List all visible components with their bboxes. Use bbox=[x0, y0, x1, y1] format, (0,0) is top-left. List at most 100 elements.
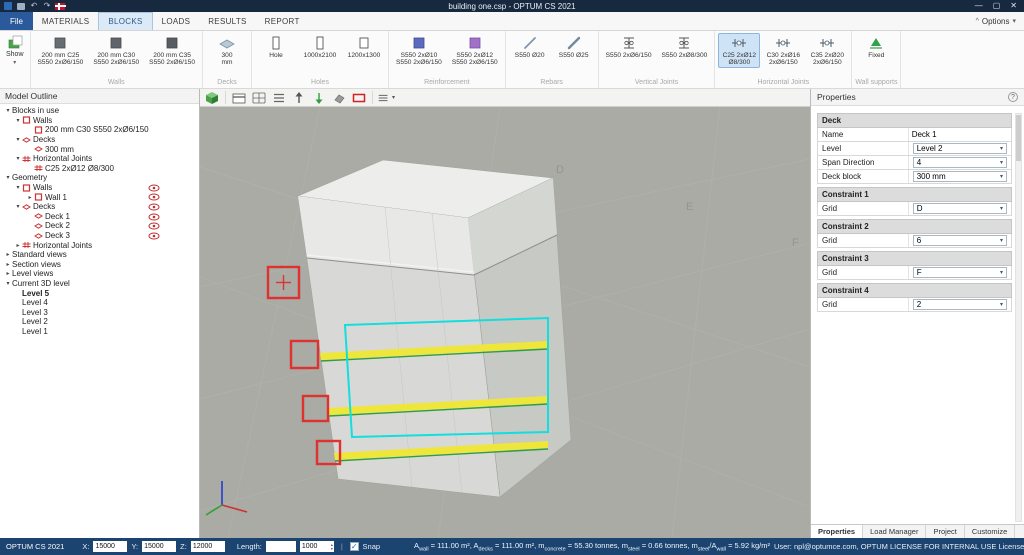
chevron-down-icon[interactable]: ▾ bbox=[14, 117, 22, 124]
chevron-right-icon[interactable]: ▸ bbox=[4, 261, 12, 268]
ribbon-item-vjoint-2x6[interactable]: S550 2xØ6/150 bbox=[602, 33, 656, 61]
span-direction-select[interactable]: 4▾ bbox=[913, 157, 1007, 168]
level-select[interactable]: Level 2▾ bbox=[913, 143, 1007, 154]
chevron-down-icon[interactable]: ▾ bbox=[14, 184, 22, 191]
save-icon[interactable] bbox=[16, 2, 26, 10]
maximize-button[interactable]: ▢ bbox=[993, 1, 1001, 11]
length-input[interactable] bbox=[266, 541, 296, 552]
scrollbar[interactable] bbox=[1015, 113, 1022, 522]
ribbon-item-rebar-o25[interactable]: S550 Ø25 bbox=[553, 33, 595, 61]
tree-item-deck-3[interactable]: Deck 3 bbox=[0, 231, 199, 241]
ribbon-item-hjoint-c30[interactable]: C30 2xØ16 2xØ6/150 bbox=[762, 33, 804, 68]
tree-item-level-3[interactable]: Level 3 bbox=[0, 307, 199, 317]
language-flag-icon[interactable] bbox=[55, 2, 65, 10]
tab-customize[interactable]: Customize bbox=[965, 525, 1015, 538]
constraint-1-grid-select[interactable]: D▾ bbox=[913, 203, 1007, 214]
tree-item-decks[interactable]: ▾Decks bbox=[0, 135, 199, 145]
ribbon-item-support-fixed[interactable]: Fixed bbox=[855, 33, 897, 61]
redo-icon[interactable]: ↷ bbox=[42, 2, 52, 10]
minimize-button[interactable]: — bbox=[975, 1, 983, 11]
3d-viewport[interactable]: ▾ D E F bbox=[200, 89, 810, 538]
tree-item-standard-views[interactable]: ▸Standard views bbox=[0, 250, 199, 260]
show-dropdown[interactable]: Show ▾ bbox=[0, 31, 31, 88]
tree-item-geometry-decks[interactable]: ▾Decks bbox=[0, 202, 199, 212]
step-input[interactable] bbox=[300, 541, 330, 552]
step-input-group[interactable]: ▴▾ bbox=[300, 541, 334, 552]
tab-load-manager[interactable]: Load Manager bbox=[863, 525, 926, 538]
chevron-right-icon[interactable]: ▸ bbox=[4, 270, 12, 277]
tree-item-level-views[interactable]: ▸Level views bbox=[0, 269, 199, 279]
chevron-right-icon[interactable]: ▸ bbox=[26, 194, 34, 201]
chevron-down-icon[interactable]: ▾ bbox=[4, 174, 12, 181]
ribbon-item-reinf-2x10[interactable]: S550 2xØ10 S550 2xØ6/150 bbox=[392, 33, 446, 68]
tree-item-level-1[interactable]: Level 1 bbox=[0, 327, 199, 337]
view-cube-icon[interactable] bbox=[203, 90, 221, 105]
ribbon-item-vjoint-2x8[interactable]: S550 2xØ8/300 bbox=[657, 33, 711, 61]
chevron-right-icon[interactable]: ▸ bbox=[14, 242, 22, 249]
y-input[interactable] bbox=[142, 541, 176, 552]
eye-icon[interactable] bbox=[148, 232, 160, 240]
tree-item-wall-block[interactable]: 200 mm C30 S550 2xØ6/150 bbox=[0, 125, 199, 135]
ribbon-item-rebar-o20[interactable]: S550 Ø20 bbox=[509, 33, 551, 61]
constraint-4-grid-select[interactable]: 2▾ bbox=[913, 299, 1007, 310]
tree-item-hjoint-block[interactable]: C25 2xØ12 Ø8/300 bbox=[0, 164, 199, 174]
ribbon-item-reinf-2x12[interactable]: S550 2xØ12 S550 2xØ6/150 bbox=[448, 33, 502, 68]
viewport-canvas[interactable]: D E F bbox=[200, 107, 810, 538]
eye-icon[interactable] bbox=[148, 213, 160, 221]
tree-item-level-5[interactable]: Level 5 bbox=[0, 288, 199, 298]
plan-view-icon[interactable] bbox=[230, 90, 248, 105]
eye-icon[interactable] bbox=[148, 203, 160, 211]
eraser-icon[interactable] bbox=[330, 90, 348, 105]
spinner-arrows-icon[interactable]: ▴▾ bbox=[330, 543, 334, 551]
tree-item-walls[interactable]: ▾Walls bbox=[0, 116, 199, 126]
ribbon-item-hole-1200x1300[interactable]: 1200x1300 bbox=[343, 33, 385, 61]
tab-report[interactable]: REPORT bbox=[256, 12, 309, 30]
tree-item-level-4[interactable]: Level 4 bbox=[0, 298, 199, 308]
name-field[interactable]: Deck 1 bbox=[912, 130, 937, 139]
ribbon-item-wall-c35[interactable]: 200 mm C35 S550 2xØ6/150 bbox=[145, 33, 199, 68]
ribbon-item-hjoint-c25[interactable]: C25 2xØ12 Ø8/300 bbox=[718, 33, 760, 68]
tree-item-level-2[interactable]: Level 2 bbox=[0, 317, 199, 327]
tree-item-geometry-walls[interactable]: ▾Walls bbox=[0, 183, 199, 193]
tree-item-deck-2[interactable]: Deck 2 bbox=[0, 221, 199, 231]
deck-block-select[interactable]: 300 mm▾ bbox=[913, 171, 1007, 182]
selection-rectangle-icon[interactable] bbox=[350, 90, 368, 105]
tab-blocks[interactable]: BLOCKS bbox=[98, 12, 152, 30]
chevron-down-icon[interactable]: ▾ bbox=[14, 136, 22, 143]
layer-list-icon[interactable] bbox=[270, 90, 288, 105]
grid-icon[interactable] bbox=[250, 90, 268, 105]
tree-item-wall-1[interactable]: ▸Wall 1 bbox=[0, 192, 199, 202]
eye-icon[interactable] bbox=[148, 222, 160, 230]
tab-properties[interactable]: Properties bbox=[811, 525, 863, 538]
scene-area[interactable]: D E F bbox=[200, 107, 810, 538]
tab-project[interactable]: Project bbox=[926, 525, 964, 538]
tab-loads[interactable]: LOADS bbox=[153, 12, 200, 30]
eye-icon[interactable] bbox=[148, 184, 160, 192]
constraint-3-grid-select[interactable]: F▾ bbox=[913, 267, 1007, 278]
x-input[interactable] bbox=[93, 541, 127, 552]
tree-item-section-views[interactable]: ▸Section views bbox=[0, 260, 199, 270]
constraint-2-grid-select[interactable]: 6▾ bbox=[913, 235, 1007, 246]
move-down-icon[interactable] bbox=[310, 90, 328, 105]
tree-item-deck-block[interactable]: 300 mm bbox=[0, 144, 199, 154]
z-input[interactable] bbox=[191, 541, 225, 552]
tab-results[interactable]: RESULTS bbox=[199, 12, 255, 30]
ribbon-item-wall-c25[interactable]: 200 mm C25 S550 2xØ6/150 bbox=[34, 33, 88, 68]
tab-materials[interactable]: MATERIALS bbox=[33, 12, 98, 30]
snap-checkbox[interactable]: ✓ bbox=[350, 542, 359, 551]
close-button[interactable]: ✕ bbox=[1010, 1, 1017, 11]
ribbon-item-hjoint-c35[interactable]: C35 2xØ20 2xØ6/150 bbox=[806, 33, 848, 68]
tree-item-blocks-in-use[interactable]: ▾Blocks in use bbox=[0, 106, 199, 116]
ribbon-item-deck-300[interactable]: 300 mm bbox=[206, 33, 248, 68]
tab-file[interactable]: File bbox=[0, 12, 33, 30]
tree-item-horizontal-joints[interactable]: ▾Horizontal Joints bbox=[0, 154, 199, 164]
display-options-icon[interactable]: ▾ bbox=[377, 90, 395, 105]
help-icon[interactable]: ? bbox=[1008, 92, 1018, 102]
tree-item-deck-1[interactable]: Deck 1 bbox=[0, 212, 199, 222]
chevron-right-icon[interactable]: ▸ bbox=[4, 251, 12, 258]
eye-icon[interactable] bbox=[148, 193, 160, 201]
chevron-down-icon[interactable]: ▾ bbox=[4, 107, 12, 114]
chevron-down-icon[interactable]: ▾ bbox=[14, 203, 22, 210]
chevron-down-icon[interactable]: ▾ bbox=[14, 155, 22, 162]
chevron-down-icon[interactable]: ▾ bbox=[4, 280, 12, 287]
